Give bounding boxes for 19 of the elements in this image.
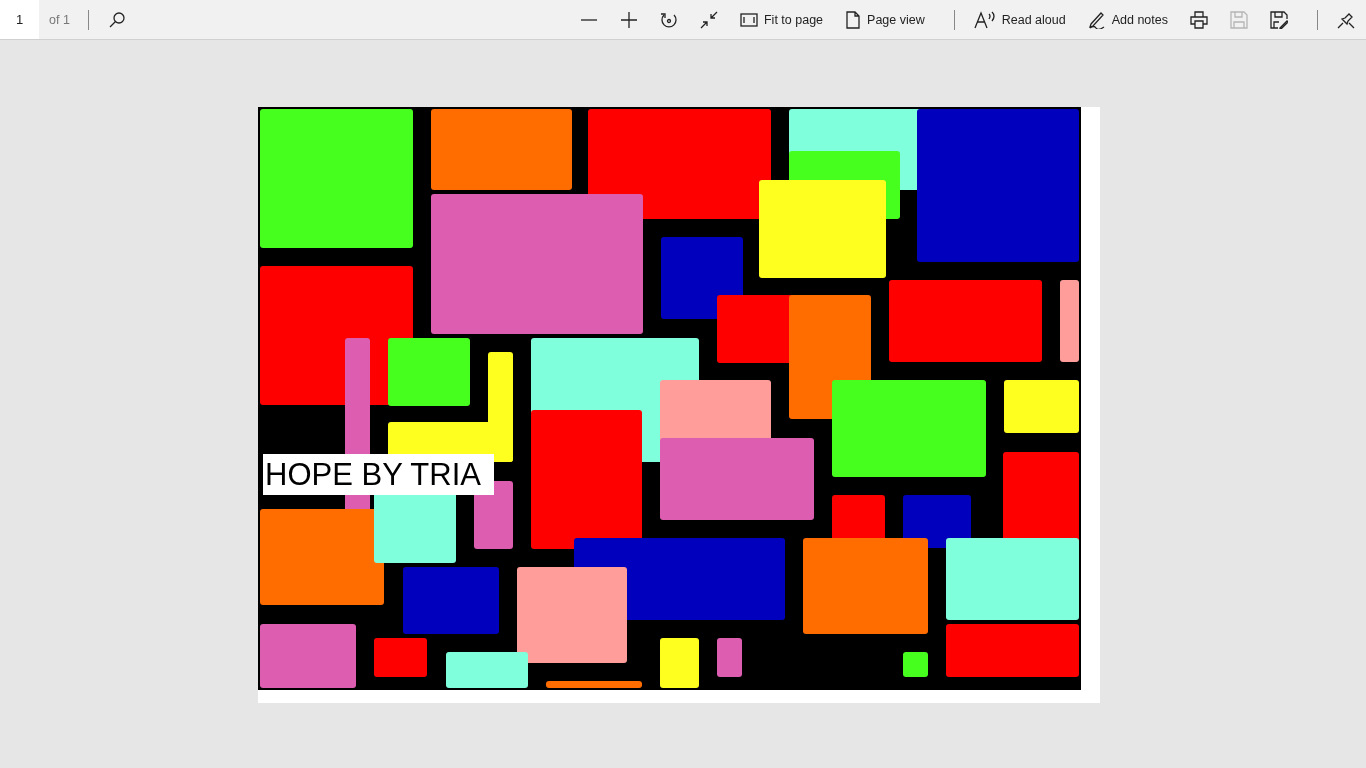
inward-arrows-icon xyxy=(700,10,718,29)
printer-icon xyxy=(1190,10,1208,29)
page-number-field[interactable]: 1 xyxy=(0,0,39,39)
pen-icon xyxy=(1087,10,1106,29)
rotate-icon xyxy=(660,10,678,29)
save-as-icon xyxy=(1270,10,1288,29)
fit-frame-icon xyxy=(740,11,758,28)
page-count: of 1 xyxy=(49,12,70,27)
read-button[interactable]: Read aloud xyxy=(963,0,1076,39)
read-aloud-icon xyxy=(973,10,996,29)
plus-icon xyxy=(620,10,638,29)
pageview-button[interactable]: Page view xyxy=(835,0,935,39)
fit-button[interactable]: Fit to page xyxy=(730,0,834,39)
minus-icon xyxy=(580,18,598,21)
page-icon xyxy=(845,10,862,29)
notes-button[interactable]: Add notes xyxy=(1077,0,1178,39)
search-icon xyxy=(107,10,126,29)
save-icon xyxy=(1230,10,1248,29)
artwork-caption: HOPE BY TRIA xyxy=(263,454,494,495)
